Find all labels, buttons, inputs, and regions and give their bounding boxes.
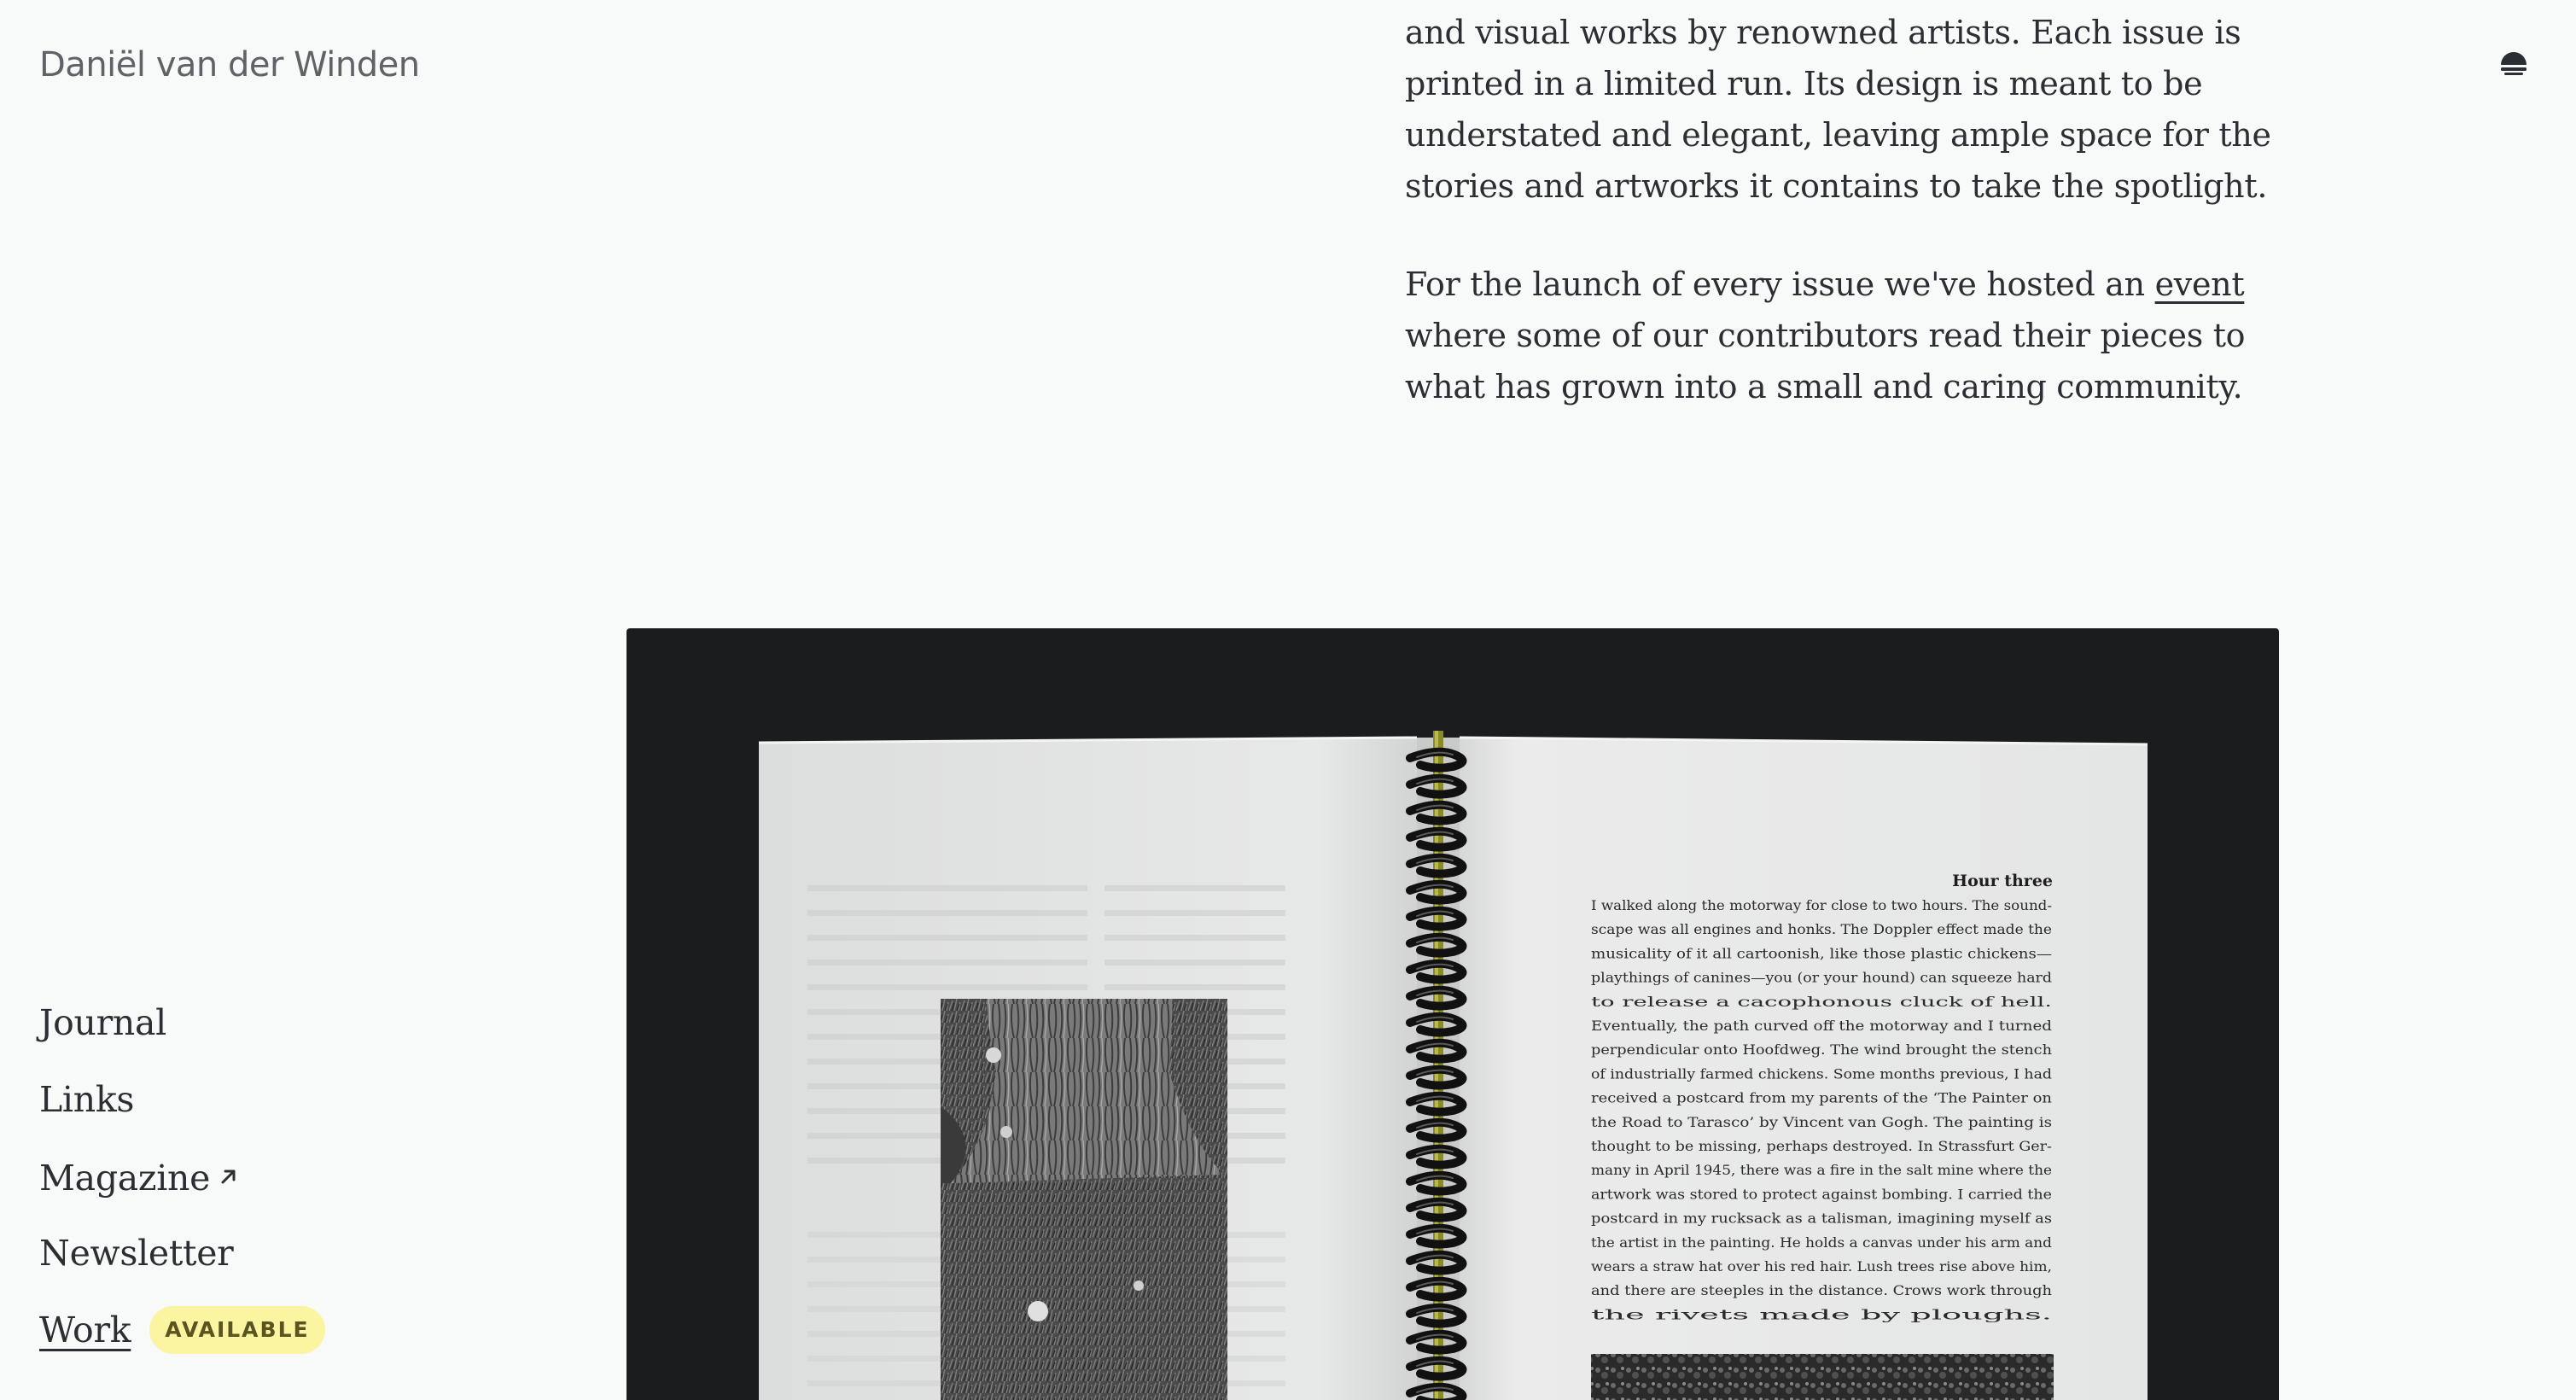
page-text-line: scape was all engines and honks. The Dop… [1591,921,2052,937]
tree-photo [941,999,1227,1400]
right-page: Hour three I walked along the motorway f… [1459,736,2148,1400]
nav-link-magazine[interactable]: Magazine [39,1149,239,1204]
arrow-up-right-icon [219,1149,239,1200]
page-text-line: the artist in the painting. He holds a c… [1591,1234,2052,1251]
nav-item-journal: Journal [39,984,325,1061]
spiral-binding [1406,731,1467,1400]
nav-link-work[interactable]: Work [39,1304,131,1356]
main-nav: Journal Links Magazine Newsletter Work A… [39,984,325,1368]
event-link[interactable]: event [2155,265,2245,303]
page-text-line: of industrially farmed chickens. Some mo… [1591,1065,2052,1082]
theme-toggle-button[interactable] [2497,46,2530,79]
page-text-line: postcard in my rucksack as a talisman, i… [1591,1210,2052,1227]
article-body: and visual works by renowned artists. Ea… [1405,7,2288,412]
trees-photo [1591,1354,2054,1400]
nav-link-links[interactable]: Links [39,1074,134,1125]
nav-link-journal[interactable]: Journal [39,997,166,1048]
page-text-line: to release a cacophonous cluck of hell. [1591,994,2052,1010]
nav-link-label: Magazine [39,1158,211,1199]
paragraph-text: and visual works by renowned artists. Ea… [1405,14,2271,205]
paragraph-text: For the launch of every issue we've host… [1405,265,2155,303]
nav-item-work: Work AVAILABLE [39,1292,325,1368]
page-heading: Hour three [1952,872,2053,890]
half-moon-icon [2501,52,2526,75]
page-text-line: thought to be missing, perhaps destroyed… [1591,1138,2052,1154]
page-text-line: artwork was stored to protect against bo… [1591,1186,2052,1202]
page-text-line: many in April 1945, there was a fire in … [1591,1162,2052,1178]
page-text-line: wears a straw hat over his red hair. Lus… [1591,1258,2052,1275]
magazine-photo: Hour three I walked along the motorway f… [627,628,2279,1400]
nav-item-newsletter: Newsletter [39,1215,325,1292]
site-title[interactable]: Daniël van der Winden [39,41,420,89]
page-text-line: I walked along the motorway for close to… [1591,897,2052,913]
nav-item-links: Links [39,1061,325,1138]
nav-item-magazine: Magazine [39,1138,325,1215]
page-text-line: playthings of canines—you (or your hound… [1591,970,2052,986]
left-page [758,736,1418,1400]
article-paragraph: For the launch of every issue we've host… [1405,259,2288,412]
availability-badge: AVAILABLE [149,1306,325,1354]
page-text-line: the rivets made by ploughs. [1591,1306,2052,1322]
nav-link-newsletter[interactable]: Newsletter [39,1228,234,1279]
page-text-line: perpendicular onto Hoofdweg. The wind br… [1591,1041,2052,1058]
page-text-line: and there are steeples in the distance. … [1591,1282,2052,1298]
article-paragraph: and visual works by renowned artists. Ea… [1405,7,2288,212]
page-text-line: received a postcard from my parents of t… [1591,1090,2052,1106]
paragraph-text: where some of our contributors read thei… [1405,317,2246,405]
page-text-line: the Road to Tarasco’ by Vincent van Gogh… [1591,1114,2052,1130]
page-text-line: Eventually, the path curved off the moto… [1591,1018,2052,1034]
page-text-line: musicality of it all cartoonish, like th… [1591,945,2052,961]
